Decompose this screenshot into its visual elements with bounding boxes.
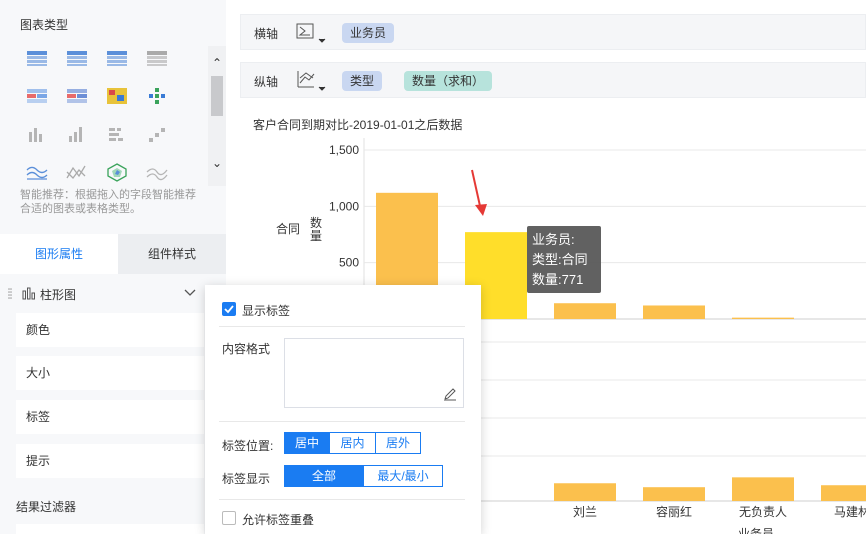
colored-cross-table-icon[interactable]	[65, 86, 89, 106]
scroll-down-icon[interactable]: ⌄	[208, 156, 226, 170]
show-label-text: 显示标签	[242, 304, 291, 318]
y-tick-label: 1,500	[329, 143, 359, 157]
y-axis-title-char: 量	[310, 229, 322, 243]
content-format-input[interactable]	[284, 338, 464, 408]
pointer-arrow-line	[471, 169, 481, 207]
chart-type-title: 图表类型	[20, 18, 69, 32]
bar-chart-small-icon	[22, 287, 35, 300]
y-tick-label: 500	[339, 256, 359, 270]
chart-type-select-value: 柱形图	[40, 288, 77, 302]
result-filter-title: 结果过滤器	[16, 500, 77, 514]
drag-handle-icon[interactable]	[8, 288, 12, 300]
x-category-label: 无负责人	[739, 505, 787, 519]
tab-component-style[interactable]: 组件样式	[118, 234, 226, 274]
display-maxmin-button[interactable]: 最大/最小	[363, 465, 443, 487]
kpi-number-icon[interactable]	[145, 48, 169, 68]
prop-tooltip[interactable]: 提示	[16, 444, 204, 478]
divider	[219, 499, 465, 500]
result-filter-box[interactable]	[16, 524, 204, 534]
radar-chart-icon[interactable]	[105, 162, 129, 182]
bar-lower	[643, 487, 705, 501]
edit-pencil-icon[interactable]	[443, 387, 457, 401]
prop-color[interactable]: 颜色	[16, 313, 204, 347]
tooltip-line1: 业务员:	[532, 232, 575, 247]
x-category-label: 容丽红	[656, 504, 692, 519]
bar-contract	[732, 317, 794, 319]
checkmark-icon	[224, 305, 234, 314]
step-chart-icon[interactable]	[145, 124, 169, 144]
color-table-icon[interactable]	[25, 86, 49, 106]
stream-chart-icon[interactable]	[145, 162, 169, 182]
scroll-thumb[interactable]	[211, 76, 223, 116]
content-format-label: 内容格式	[222, 342, 271, 356]
x-field-pill[interactable]: 业务员	[342, 23, 395, 43]
scroll-up-icon[interactable]: ⌃	[208, 56, 226, 70]
divider	[219, 421, 465, 422]
scatter-grid-icon[interactable]	[145, 86, 169, 106]
x-axis-label: 横轴	[254, 27, 279, 41]
y-axis-title: 数量	[310, 215, 322, 243]
x-category-label: 马建林	[834, 505, 866, 519]
column-chart-icon[interactable]	[65, 124, 89, 144]
x-axis-row: 横轴 业务员	[240, 14, 866, 50]
property-tabs: 图形属性 组件样式	[0, 234, 226, 274]
x-axis-settings-icon[interactable]	[295, 21, 329, 45]
tab-shape-properties[interactable]: 图形属性	[0, 234, 118, 274]
left-panel: 图表类型 ⌃ ⌄ 智能推荐：根据拖入的字段智能推荐合适的图表或表格类型。 图形属…	[0, 0, 226, 534]
allow-overlap-text: 允许标签重叠	[242, 513, 315, 527]
bar-chart-icon[interactable]	[25, 124, 49, 144]
bar-lower	[732, 477, 794, 501]
y-axis-label: 纵轴	[254, 75, 279, 89]
y-field-pill-count[interactable]: 数量（求和）	[404, 71, 493, 91]
chart-type-select[interactable]: 柱形图	[16, 281, 204, 307]
prop-label[interactable]: 标签	[16, 400, 204, 434]
bar-contract	[554, 303, 616, 319]
bar-lower	[821, 485, 866, 501]
x-category-label: 刘兰	[573, 505, 597, 519]
area-chart-icon[interactable]	[65, 162, 89, 182]
show-label-checkbox[interactable]	[222, 302, 236, 316]
grouped-table-icon[interactable]	[105, 48, 129, 68]
y-field-pill-type[interactable]: 类型	[342, 71, 383, 91]
row-label-contract: 合同	[276, 221, 300, 236]
label-settings-popup: 显示标签 内容格式 标签位置: 居中 居内 居外 标签显示 全部 最大/最小 允…	[205, 285, 481, 534]
position-outside-button[interactable]: 居外	[375, 432, 421, 454]
label-display-label: 标签显示	[222, 472, 271, 486]
table-icon[interactable]	[25, 48, 49, 68]
bar-lower	[554, 483, 616, 501]
stacked-bar-icon[interactable]	[105, 124, 129, 144]
y-tick-label: 1,000	[329, 199, 359, 213]
bar-contract	[643, 305, 705, 319]
y-axis-settings-icon[interactable]	[295, 69, 329, 93]
allow-overlap-checkbox[interactable]	[222, 511, 236, 525]
cross-table-icon[interactable]	[65, 48, 89, 68]
tooltip-line3: 数量:771	[532, 272, 583, 287]
x-axis-title: 业务员	[738, 526, 774, 534]
chart-type-scrollbar[interactable]: ⌃ ⌄	[208, 46, 226, 186]
label-position-label: 标签位置:	[222, 439, 274, 453]
y-axis-title-char: 数	[310, 215, 322, 230]
display-all-button[interactable]: 全部	[284, 465, 364, 487]
pointer-arrow-icon	[475, 204, 487, 216]
heatmap-icon[interactable]	[105, 86, 129, 106]
chevron-down-icon[interactable]	[184, 289, 196, 297]
divider	[219, 326, 465, 327]
smart-recommend-tip: 智能推荐：根据拖入的字段智能推荐合适的图表或表格类型。	[20, 189, 196, 215]
line-chart-icon[interactable]	[25, 162, 49, 182]
prop-size[interactable]: 大小	[16, 356, 204, 390]
tooltip-line2: 类型:合同	[532, 252, 588, 267]
position-center-button[interactable]: 居中	[284, 432, 330, 454]
y-axis-row: 纵轴 类型 数量（求和）	[240, 62, 866, 98]
position-inside-button[interactable]: 居内	[329, 432, 376, 454]
